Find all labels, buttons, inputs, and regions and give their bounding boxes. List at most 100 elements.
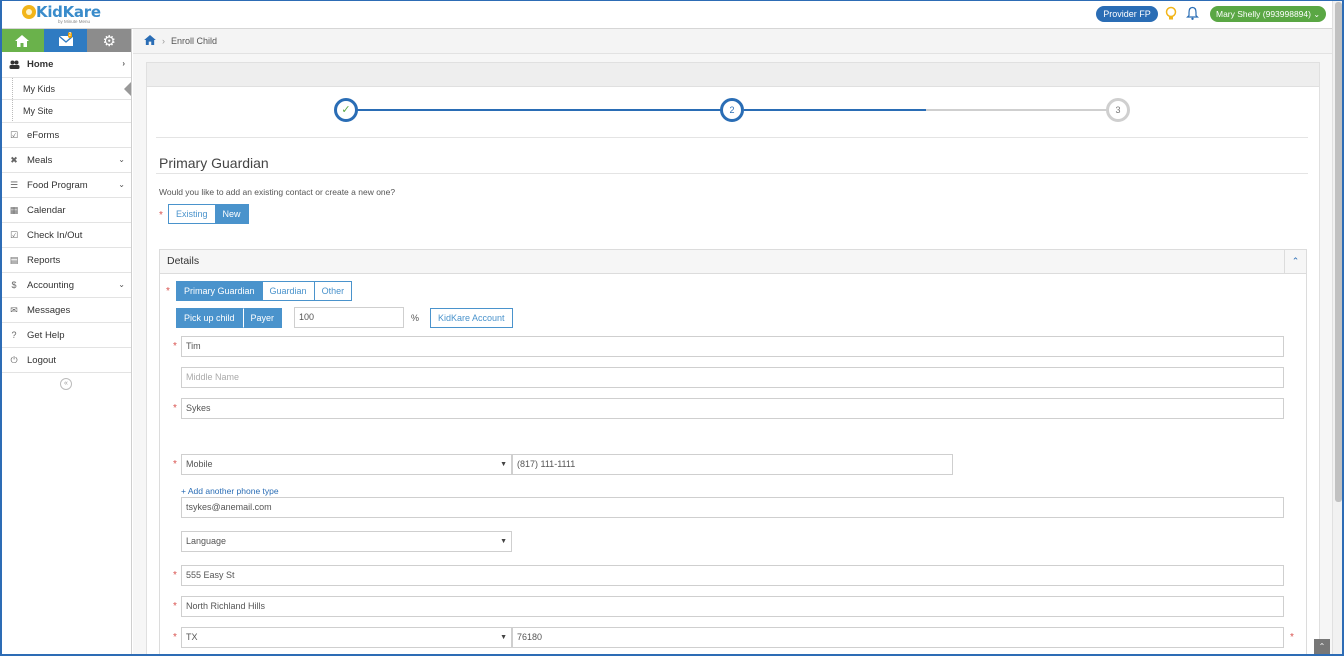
- caret-down-icon: ▼: [500, 634, 507, 641]
- step-2-current[interactable]: 2: [720, 98, 744, 122]
- divider: [156, 173, 1308, 174]
- sidebar-item-reports[interactable]: ▤ Reports: [0, 248, 131, 273]
- main-content: ✓ 2 3 Primary Guardian Would you like to…: [133, 54, 1332, 656]
- first-name-field[interactable]: Tim: [181, 336, 1284, 357]
- phone-type-select[interactable]: Mobile ▼: [181, 454, 512, 475]
- sidebar-item-label: Get Help: [27, 329, 65, 341]
- tab-settings[interactable]: ⚙: [87, 29, 132, 52]
- provider-button[interactable]: Provider FP: [1096, 6, 1158, 22]
- new-button[interactable]: New: [215, 204, 249, 224]
- phone-number-field[interactable]: (817) 111-1111: [512, 454, 953, 475]
- bell-icon[interactable]: [1186, 6, 1199, 21]
- required-marker: *: [173, 601, 177, 612]
- sidebar-item-calendar[interactable]: ▦ Calendar: [0, 198, 131, 223]
- logo-subtext: by Minute Menu: [58, 19, 91, 24]
- sidebar-item-label: My Kids: [23, 83, 56, 94]
- guardian-button[interactable]: Guardian: [262, 281, 315, 301]
- sidebar: 2 ⚙ Home › My Kids My Site ☑ eForms ✖ Me…: [0, 29, 132, 656]
- step-line-2: [744, 109, 926, 111]
- people-icon: [9, 60, 20, 70]
- zip-field[interactable]: 76180: [512, 627, 1284, 648]
- scrollbar-thumb[interactable]: [1335, 2, 1342, 502]
- tab-messages[interactable]: 2: [43, 29, 88, 52]
- sidebar-item-messages[interactable]: ✉ Messages: [0, 298, 131, 323]
- step-3-pending[interactable]: 3: [1106, 98, 1130, 122]
- state-select[interactable]: TX ▼: [181, 627, 512, 648]
- required-marker: *: [173, 459, 177, 470]
- user-menu-label: Mary Shelly (993998894): [1216, 9, 1311, 19]
- question-icon: ?: [11, 330, 17, 340]
- chevron-down-icon: ⌄: [118, 280, 125, 289]
- other-button[interactable]: Other: [314, 281, 353, 301]
- chevron-up-icon[interactable]: ⌃: [1284, 250, 1306, 273]
- divider: [156, 137, 1308, 138]
- middle-name-field[interactable]: Middle Name: [181, 367, 1284, 388]
- required-marker: *: [159, 210, 163, 221]
- details-header[interactable]: Details ⌃: [160, 250, 1306, 274]
- kidkare-logo[interactable]: KidKare by Minute Menu: [22, 3, 102, 25]
- required-marker: *: [173, 341, 177, 352]
- sidebar-item-meals[interactable]: ✖ Meals ⌄: [0, 148, 131, 173]
- active-pointer-icon: [124, 82, 131, 96]
- pick-up-child-button[interactable]: Pick up child: [176, 308, 243, 328]
- home-icon[interactable]: [144, 35, 156, 47]
- check-icon: ✓: [341, 104, 351, 116]
- sidebar-item-home[interactable]: Home ›: [0, 52, 131, 78]
- sidebar-item-check-in-out[interactable]: ☑ Check In/Out: [0, 223, 131, 248]
- sidebar-item-accounting[interactable]: $ Accounting ⌄: [0, 273, 131, 298]
- checkbox-icon: ☑: [9, 230, 19, 240]
- caret-down-icon: ▼: [500, 461, 507, 468]
- step-number: 2: [729, 105, 735, 115]
- email-field[interactable]: tsykes@anemail.com: [181, 497, 1284, 518]
- sidebar-item-my-kids[interactable]: My Kids: [0, 78, 131, 123]
- sidebar-item-label: Food Program: [27, 179, 88, 191]
- sidebar-item-label: eForms: [27, 129, 60, 141]
- breadcrumb: › Enroll Child: [133, 29, 1332, 54]
- breadcrumb-separator: ›: [162, 36, 165, 46]
- primary-guardian-button[interactable]: Primary Guardian: [176, 281, 263, 301]
- collapse-sidebar-icon[interactable]: «: [60, 378, 72, 390]
- power-icon: ⏻: [10, 355, 18, 365]
- gear-icon: ⚙: [102, 32, 116, 50]
- step-1-complete[interactable]: ✓: [334, 98, 358, 122]
- details-panel: Details ⌃ * Primary Guardian Guardian Ot…: [159, 249, 1307, 656]
- city-field[interactable]: North Richland Hills: [181, 596, 1284, 617]
- step-number: 3: [1115, 105, 1121, 115]
- sidebar-item-get-help[interactable]: ? Get Help: [0, 323, 131, 348]
- add-phone-link[interactable]: + Add another phone type: [181, 486, 279, 496]
- list-icon: ☰: [9, 180, 19, 190]
- state-value: TX: [186, 632, 198, 642]
- relationship-toggle: Primary Guardian Guardian Other: [176, 281, 353, 301]
- existing-button[interactable]: Existing: [168, 204, 216, 224]
- caret-down-icon: ▼: [500, 538, 507, 545]
- language-select[interactable]: Language ▼: [181, 531, 512, 552]
- payer-button[interactable]: Payer: [242, 308, 283, 328]
- sidebar-item-logout[interactable]: ⏻ Logout: [0, 348, 131, 373]
- scroll-to-top-icon[interactable]: ⌃: [1314, 639, 1330, 655]
- payer-percent-input[interactable]: 100: [294, 307, 404, 328]
- sidebar-item-label: Messages: [27, 304, 71, 316]
- chevron-right-icon: ›: [122, 59, 125, 68]
- card-header: [147, 63, 1319, 87]
- tab-home[interactable]: [0, 29, 44, 52]
- home-icon: [14, 34, 29, 47]
- page-scrollbar[interactable]: [1332, 0, 1344, 656]
- sidebar-item-food-program[interactable]: ☰ Food Program ⌄: [0, 173, 131, 198]
- calendar-icon: ▦: [9, 205, 19, 215]
- required-marker: *: [173, 570, 177, 581]
- enroll-card: ✓ 2 3 Primary Guardian Would you like to…: [146, 62, 1320, 656]
- sidebar-item-eforms[interactable]: ☑ eForms: [0, 123, 131, 148]
- breadcrumb-current: Enroll Child: [171, 36, 218, 46]
- chevron-down-icon: ⌄: [1313, 10, 1321, 19]
- sidebar-item-label: Reports: [27, 254, 61, 266]
- language-value: Language: [186, 536, 227, 546]
- lightbulb-icon[interactable]: [1165, 6, 1177, 22]
- kidkare-account-button[interactable]: KidKare Account: [430, 308, 513, 328]
- required-marker: *: [1290, 632, 1294, 643]
- address-field[interactable]: 555 Easy St: [181, 565, 1284, 586]
- user-menu-button[interactable]: Mary Shelly (993998894) ⌄: [1210, 6, 1326, 22]
- checkbox-icon: ☑: [9, 130, 19, 140]
- sidebar-item-my-site[interactable]: My Site: [0, 100, 131, 123]
- last-name-field[interactable]: Sykes: [181, 398, 1284, 419]
- percent-symbol: %: [411, 313, 420, 323]
